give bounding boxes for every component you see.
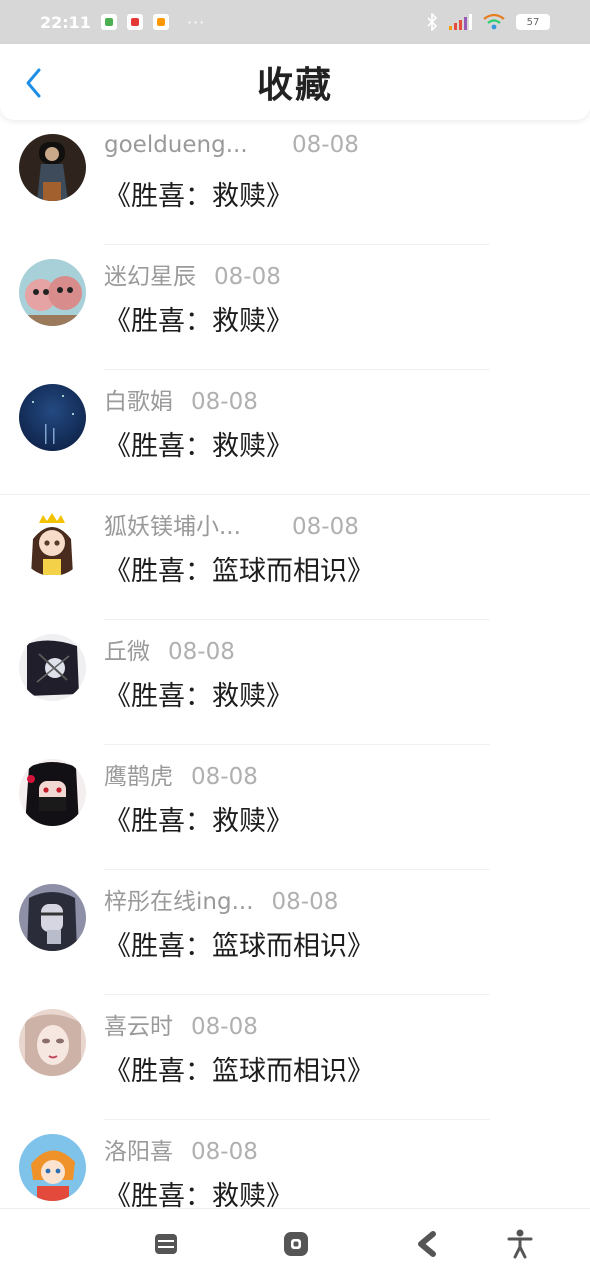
avatar[interactable]: [19, 134, 86, 201]
home-icon: [284, 1232, 308, 1256]
app-notification-icon: [152, 14, 169, 30]
work-title: 《胜喜：篮球而相识》: [104, 1056, 374, 1087]
recent-apps-button[interactable]: [151, 1229, 181, 1259]
item-meta: 白歌娟 08-08: [104, 382, 258, 416]
user-name: 喜云时: [104, 1014, 173, 1040]
list-item[interactable]: 鹰鹊虎 08-08 《胜喜：救赎》: [0, 745, 590, 870]
item-meta: 洛阳喜 08-08: [104, 1132, 258, 1166]
work-title: 《胜喜：篮球而相识》: [104, 931, 374, 962]
item-meta: 迷幻星辰 08-08: [104, 257, 281, 291]
favorites-list: goeldueng... 08-08 《胜喜：救赎》 迷幻星辰 08-08 《胜…: [0, 120, 590, 1208]
avatar[interactable]: [19, 634, 86, 701]
list-item[interactable]: 狐妖镁埔小... 08-08 《胜喜：篮球而相识》: [0, 495, 590, 620]
work-title: 《胜喜：救赎》: [104, 431, 293, 462]
user-name: 狐妖镁埔小...: [104, 514, 241, 540]
list-item[interactable]: goeldueng... 08-08 《胜喜：救赎》: [0, 120, 590, 245]
app-notification-icon: [126, 14, 143, 30]
work-title: 《胜喜：篮球而相识》: [104, 556, 374, 587]
avatar[interactable]: [19, 509, 86, 576]
item-date: 08-08: [191, 1014, 258, 1040]
avatar[interactable]: [19, 384, 86, 451]
page-title: 收藏: [256, 65, 333, 106]
user-name: 白歌娟: [104, 389, 173, 415]
list-item[interactable]: 梓彤在线ing... 08-08 《胜喜：篮球而相识》: [0, 870, 590, 995]
work-title: 《胜喜：救赎》: [104, 1181, 293, 1208]
item-meta: goeldueng... 08-08: [104, 132, 359, 158]
item-date: 08-08: [292, 132, 359, 158]
page-header: 收藏: [0, 44, 590, 120]
list-item[interactable]: 丘微 08-08 《胜喜：救赎》: [0, 620, 590, 745]
list-item[interactable]: 洛阳喜 08-08 《胜喜：救赎》: [0, 1120, 590, 1208]
item-date: 08-08: [191, 1139, 258, 1165]
item-date: 08-08: [214, 264, 281, 290]
avatar[interactable]: [19, 1009, 86, 1076]
system-nav-bar: [0, 1208, 590, 1280]
back-nav-button[interactable]: [411, 1229, 441, 1259]
status-bar: 22:11 ··· 57: [0, 0, 590, 44]
more-notifications-icon: ···: [186, 12, 206, 32]
app-notification-icon: [100, 14, 117, 30]
signal-icon: [449, 14, 472, 30]
list-item[interactable]: 迷幻星辰 08-08 《胜喜：救赎》: [0, 245, 590, 370]
back-button[interactable]: [18, 66, 48, 100]
item-meta: 狐妖镁埔小... 08-08: [104, 507, 359, 541]
avatar[interactable]: [19, 1134, 86, 1201]
item-meta: 丘微 08-08: [104, 632, 235, 666]
item-date: 08-08: [292, 514, 359, 540]
user-name: 鹰鹊虎: [104, 764, 173, 790]
item-meta: 梓彤在线ing... 08-08: [104, 882, 338, 916]
work-title: 《胜喜：救赎》: [104, 806, 293, 837]
home-button[interactable]: [281, 1229, 311, 1259]
user-name: goeldueng...: [104, 132, 248, 158]
work-title: 《胜喜：救赎》: [104, 181, 293, 212]
avatar[interactable]: [19, 884, 86, 951]
item-date: 08-08: [191, 764, 258, 790]
status-time: 22:11: [40, 12, 91, 32]
item-date: 08-08: [168, 639, 235, 665]
bluetooth-icon: [427, 13, 438, 31]
work-title: 《胜喜：救赎》: [104, 306, 293, 337]
work-title: 《胜喜：救赎》: [104, 681, 293, 712]
wifi-icon: [483, 13, 505, 30]
item-meta: 喜云时 08-08: [104, 1007, 258, 1041]
avatar[interactable]: [19, 259, 86, 326]
item-meta: 鹰鹊虎 08-08: [104, 757, 258, 791]
menu-icon: [155, 1234, 177, 1254]
battery-icon: 57: [516, 14, 550, 30]
list-item[interactable]: 喜云时 08-08 《胜喜：篮球而相识》: [0, 995, 590, 1120]
user-name: 梓彤在线ing...: [104, 889, 254, 915]
accessibility-icon: [507, 1229, 533, 1259]
item-date: 08-08: [271, 889, 339, 915]
user-name: 洛阳喜: [104, 1139, 173, 1165]
chevron-left-icon: [26, 68, 41, 98]
user-name: 迷幻星辰: [104, 264, 196, 290]
accessibility-button[interactable]: [505, 1229, 535, 1259]
avatar[interactable]: [19, 759, 86, 826]
user-name: 丘微: [104, 639, 150, 665]
back-icon: [418, 1231, 436, 1257]
list-item[interactable]: 白歌娟 08-08 《胜喜：救赎》: [0, 370, 590, 495]
item-date: 08-08: [191, 389, 258, 415]
